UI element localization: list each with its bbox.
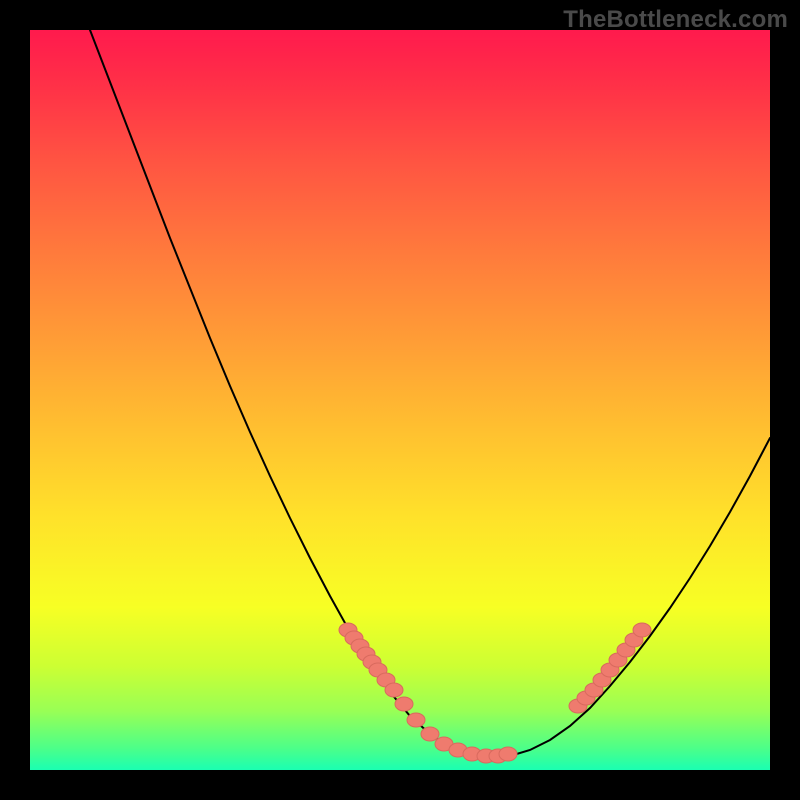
bead-marker xyxy=(385,683,403,697)
bottleneck-curve xyxy=(90,30,770,758)
bead-marker xyxy=(407,713,425,727)
bead-marker xyxy=(499,747,517,761)
bottleneck-plot xyxy=(30,30,770,770)
bead-marker xyxy=(421,727,439,741)
bead-marker xyxy=(633,623,651,637)
watermark-text: TheBottleneck.com xyxy=(563,6,788,34)
bead-marker xyxy=(395,697,413,711)
chart-frame xyxy=(30,30,770,770)
